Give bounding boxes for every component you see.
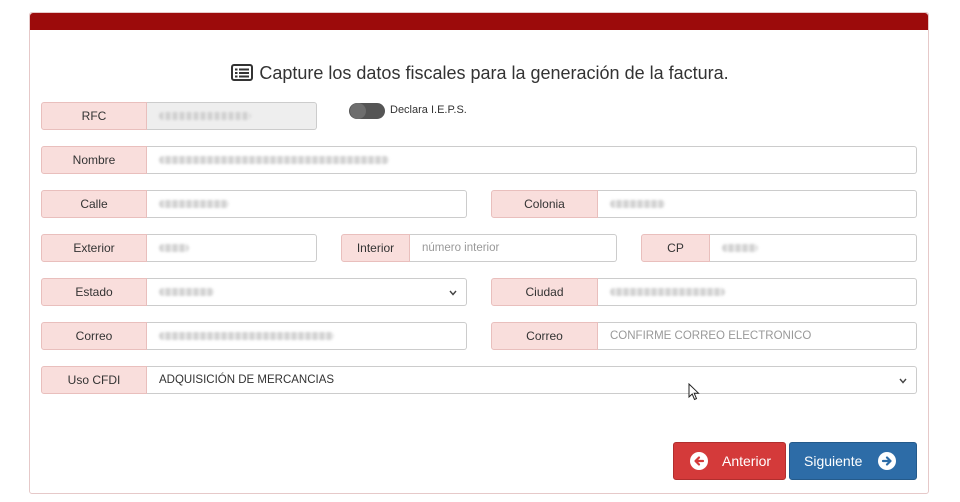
rfc-input	[147, 102, 317, 130]
siguiente-button-label: Siguiente	[804, 453, 863, 469]
nombre-label: Nombre	[41, 146, 147, 174]
exterior-input[interactable]	[147, 234, 317, 262]
interior-field: Interior	[341, 234, 617, 262]
siguiente-button[interactable]: Siguiente	[789, 442, 917, 480]
ieps-toggle[interactable]	[349, 103, 385, 119]
estado-select[interactable]	[147, 278, 467, 306]
toggle-knob	[350, 103, 366, 119]
correo-label: Correo	[41, 322, 147, 350]
arrow-left-icon	[690, 452, 708, 470]
calle-input[interactable]	[147, 190, 467, 218]
colonia-field: Colonia	[491, 190, 917, 218]
estado-field: Estado	[41, 278, 467, 306]
correo-input[interactable]	[147, 322, 467, 350]
chevron-down-icon	[448, 288, 458, 298]
exterior-field: Exterior	[41, 234, 317, 262]
correo-field: Correo	[41, 322, 467, 350]
exterior-label: Exterior	[41, 234, 147, 262]
estado-label: Estado	[41, 278, 147, 306]
cp-input[interactable]	[710, 234, 917, 262]
ciudad-label: Ciudad	[491, 278, 598, 306]
nombre-input[interactable]	[147, 146, 917, 174]
anterior-button[interactable]: Anterior	[673, 442, 786, 480]
rfc-label: RFC	[41, 102, 147, 130]
rfc-field: RFC	[41, 102, 317, 130]
correo-confirm-input[interactable]	[598, 322, 917, 350]
form-title: Capture los datos fiscales para la gener…	[30, 63, 930, 86]
uso-cfdi-select[interactable]: ADQUISICIÓN DE MERCANCIAS	[147, 366, 917, 394]
ieps-toggle-label: Declara I.E.P.S.	[390, 104, 467, 116]
ciudad-input[interactable]	[598, 278, 917, 306]
cp-field: CP	[641, 234, 917, 262]
interior-label: Interior	[341, 234, 410, 262]
form-title-text: Capture los datos fiscales para la gener…	[259, 63, 729, 83]
uso-cfdi-field: Uso CFDI ADQUISICIÓN DE MERCANCIAS	[41, 366, 917, 394]
uso-cfdi-value: ADQUISICIÓN DE MERCANCIAS	[159, 374, 335, 386]
colonia-label: Colonia	[491, 190, 598, 218]
mouse-cursor-icon	[688, 382, 700, 406]
anterior-button-label: Anterior	[722, 453, 772, 469]
calle-field: Calle	[41, 190, 467, 218]
cp-label: CP	[641, 234, 710, 262]
nombre-field: Nombre	[41, 146, 917, 174]
correo-confirm-field: Correo	[491, 322, 917, 350]
correo-confirm-label: Correo	[491, 322, 598, 350]
list-alt-icon	[231, 64, 254, 86]
colonia-input[interactable]	[598, 190, 917, 218]
arrow-right-icon	[878, 452, 897, 470]
chevron-down-icon	[898, 376, 908, 386]
panel-header-bar	[30, 13, 928, 30]
calle-label: Calle	[41, 190, 147, 218]
ciudad-field: Ciudad	[491, 278, 917, 306]
uso-cfdi-label: Uso CFDI	[41, 366, 147, 394]
interior-input[interactable]	[410, 234, 617, 262]
